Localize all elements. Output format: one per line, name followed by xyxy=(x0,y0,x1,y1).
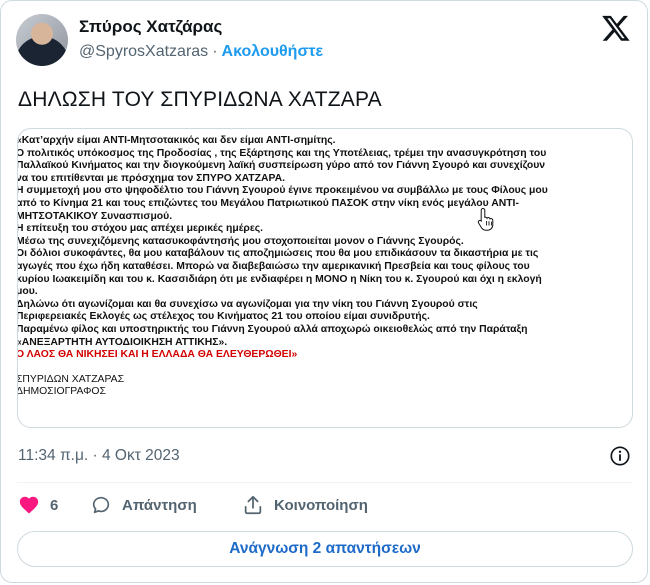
like-count: 6 xyxy=(50,496,59,514)
heart-icon xyxy=(19,496,39,514)
tweet-timestamp[interactable]: 11:34 π.μ. · 4 Οκτ 2023 xyxy=(18,447,180,465)
attached-document-image[interactable]: «Κατ’αρχήν είμαι ΑΝΤΙ-Μητσοτακικός και δ… xyxy=(17,128,633,428)
document-line: Η επίτευξη του στόχου μας απέχει μερικές… xyxy=(17,223,264,235)
document-line: Μέσω της συνεχιζόμενης κατασυκοφάντησής … xyxy=(17,235,464,247)
document-line: Περιφερειακές Εκλογές ως στέλεχος του Κι… xyxy=(17,311,430,323)
document-line: ΜΗΤΣΟΤΑΚΙΚΟΥ Συνασπισμού. xyxy=(17,210,173,222)
handle-separator: · xyxy=(212,43,218,60)
reply-label: Απάντηση xyxy=(122,496,197,514)
document-text: «Κατ’αρχήν είμαι ΑΝΤΙ-Μητσοτακικός και δ… xyxy=(18,129,548,399)
tweet-time: 11:34 π.μ. xyxy=(18,447,89,464)
divider xyxy=(17,482,633,483)
document-line: Παλλαϊκού Κινήματος και την διογκούμενη … xyxy=(17,160,546,172)
document-line: από το Κίνημα 21 και τους επιζώντες του … xyxy=(17,197,519,209)
tweet-date: 4 Οκτ 2023 xyxy=(101,447,180,464)
document-line: ΔΗΜΟΣΙΟΓΡΑΦΟΣ xyxy=(17,386,106,398)
hand-cursor-icon xyxy=(477,207,494,231)
document-line: «ΑΝΕΞΑΡΤΗΤΗ ΑΥΤΟΔΙΟΙΚΗΣΗ ΑΤΤΙΚΗΣ». xyxy=(17,336,228,348)
document-line: αγωγές που έχω ήδη καταθέσει. Μπορώ να δ… xyxy=(17,260,530,272)
reply-button[interactable]: Απάντηση xyxy=(90,494,197,516)
tweet-text: ΔΗΛΩΣΗ ΤΟΥ ΣΠΥΡΙΔΩΝΑ ΧΑΤΖΑΡΑ xyxy=(18,88,382,111)
tweet-card: Σπύρος Χατζάρας @SpyrosXatzaras · Ακολουθή… xyxy=(0,0,648,583)
x-logo-icon[interactable] xyxy=(601,13,631,43)
document-line: «Κατ’αρχήν είμαι ΑΝΤΙ-Μητσοτακικός και δ… xyxy=(17,135,336,146)
reply-icon xyxy=(92,496,110,514)
document-line: μου. xyxy=(17,286,38,298)
document-line: Ο πολιτικός υπόκοσμος της Προδοσίας , τη… xyxy=(17,147,547,159)
document-line: Η συμμετοχή μου στο ψηφοδέλτιο του Γιάνν… xyxy=(17,185,548,197)
like-button[interactable]: 6 xyxy=(18,494,58,516)
document-line: ΣΠΥΡΙΔΩΝ ΧΑΤΖΑΡΑΣ xyxy=(17,373,124,385)
document-line: Παραμένω φίλος και υποστηρικτής του Γιάν… xyxy=(17,323,528,335)
document-line: κυρίου Ιωακειμίδη και του κ. Κασσιδιάρη … xyxy=(17,273,542,285)
share-icon xyxy=(244,495,262,515)
author-name[interactable]: Σπύρος Χατζάρας xyxy=(79,17,222,37)
follow-button[interactable]: Ακολουθήστε xyxy=(222,43,324,60)
document-line: Ο ΛΑΟΣ ΘΑ ΝΙΚΗΣΕΙ ΚΑΙ Η ΕΛΛΑΔΑ ΘΑ ΕΛΕΥΘΕ… xyxy=(17,349,298,361)
author-handle[interactable]: @SpyrosXatzaras xyxy=(79,43,208,60)
share-button[interactable]: Κοινοποίηση xyxy=(242,494,368,516)
read-replies-button[interactable]: Ανάγνωση 2 απαντήσεων xyxy=(17,531,633,567)
author-handle-row: @SpyrosXatzaras · Ακολουθήστε xyxy=(79,43,323,61)
date-separator: · xyxy=(92,447,98,464)
document-line: να του επιτίθενται με πρόσχημα τον ΣΠΥΡΟ… xyxy=(17,172,286,184)
document-line: Δηλώνω ότι αγωνίζομαι και θα συνεχίσω να… xyxy=(17,298,478,310)
avatar[interactable] xyxy=(16,14,68,66)
info-icon[interactable] xyxy=(609,445,631,467)
document-line: Οι δόλιοι συκοφάντες, θα μου καταβάλουν … xyxy=(17,248,539,260)
share-label: Κοινοποίηση xyxy=(274,496,368,514)
